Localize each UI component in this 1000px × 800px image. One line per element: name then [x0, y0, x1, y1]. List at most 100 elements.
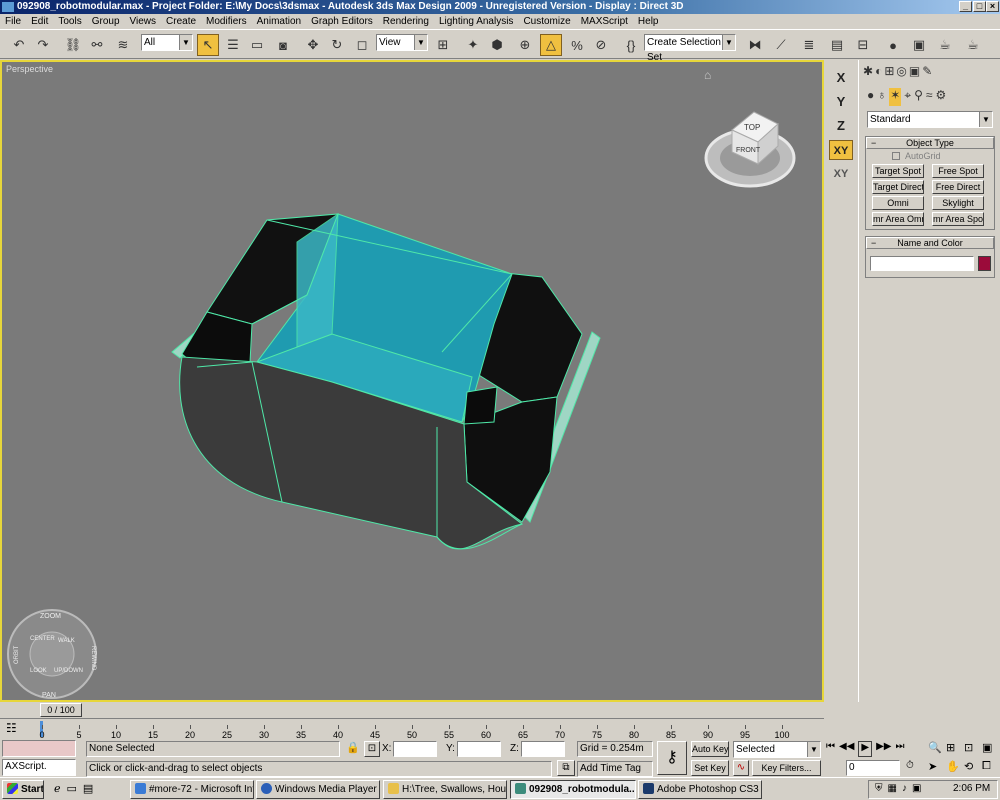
menu-customize[interactable]: Customize	[518, 14, 575, 28]
wheel-walk[interactable]: WALK	[58, 638, 75, 644]
time-slider[interactable]: 0 / 100	[40, 703, 82, 717]
menu-graph-editors[interactable]: Graph Editors	[306, 14, 378, 28]
go-to-start-icon[interactable]: ⏮	[826, 741, 835, 757]
omni-button[interactable]: Omni	[872, 196, 924, 210]
task-media-player[interactable]: Windows Media Player	[256, 780, 380, 799]
motion-tab-icon[interactable]: ◎	[896, 64, 906, 82]
snap-toggle-icon[interactable]: ⊕	[514, 34, 536, 56]
target-spot-button[interactable]: Target Spot	[872, 164, 924, 178]
free-direct-button[interactable]: Free Direct	[932, 180, 984, 194]
selection-filter-dropdown[interactable]: All ▼	[141, 34, 193, 51]
percent-snap-icon[interactable]: %	[566, 34, 588, 56]
object-type-header[interactable]: − Object Type	[866, 137, 994, 149]
move-icon[interactable]: ✥	[302, 34, 324, 56]
edit-named-selection-icon[interactable]: {}	[620, 34, 642, 56]
zoom-all-icon[interactable]: ⊞	[946, 741, 962, 758]
time-tag-icon[interactable]: ⧉	[557, 760, 575, 776]
task-explorer-folder[interactable]: H:\Tree, Swallows, Houses	[383, 780, 507, 799]
name-color-header[interactable]: − Name and Color	[866, 237, 994, 249]
tray-shield-icon[interactable]: ⛨	[875, 783, 883, 794]
close-button[interactable]: ×	[986, 1, 999, 12]
add-time-tag[interactable]: Add Time Tag	[577, 761, 653, 777]
cameras-icon[interactable]: ⌖	[904, 88, 911, 106]
menu-maxscript[interactable]: MAXScript	[576, 14, 633, 28]
select-manipulate-icon[interactable]: ✦	[462, 34, 484, 56]
key-filter-curve-icon[interactable]: ∿	[733, 760, 749, 776]
menu-rendering[interactable]: Rendering	[378, 14, 434, 28]
autogrid-checkbox[interactable]: AutoGrid	[892, 151, 941, 161]
wheel-orbit[interactable]: ORBIT	[14, 645, 20, 664]
unlink-icon[interactable]: ⚯	[86, 34, 108, 56]
prev-frame-icon[interactable]: ◀◀	[839, 741, 854, 757]
redo-icon[interactable]: ↷	[32, 34, 54, 56]
track-bar[interactable]: ☷ 0 5 10 15 20 25 30 35 40 45 50 55 60 65 70 75 80 85 90 95…	[0, 718, 824, 740]
spinner-snap-icon[interactable]: ⊘	[590, 34, 612, 56]
pivot-center-icon[interactable]: ⊞	[432, 34, 454, 56]
menu-edit[interactable]: Edit	[26, 14, 53, 28]
task-internet-explorer[interactable]: #more-72 - Microsoft Int...	[130, 780, 254, 799]
render-setup-icon[interactable]: ▣	[908, 34, 930, 56]
current-frame-input[interactable]: 0	[846, 760, 900, 776]
free-spot-button[interactable]: Free Spot	[932, 164, 984, 178]
helpers-icon[interactable]: ⚲	[914, 88, 923, 106]
display-tab-icon[interactable]: ▣	[909, 64, 920, 82]
menu-create[interactable]: Create	[161, 14, 201, 28]
x-coord-input[interactable]	[393, 741, 437, 757]
schematic-view-icon[interactable]: ⊟	[852, 34, 874, 56]
wheel-look[interactable]: LOOK	[30, 668, 47, 674]
axis-x-button[interactable]: X	[829, 68, 853, 88]
set-key-button[interactable]: Set Key	[691, 760, 729, 776]
keyboard-shortcut-icon[interactable]: ⬢	[486, 34, 508, 56]
perspective-viewport[interactable]: Perspective ⌂ TOP FRONT ZOOM PAN ORBIT R…	[0, 60, 824, 702]
wheel-updown[interactable]: UP/DOWN	[54, 668, 83, 674]
wheel-center[interactable]: CENTER	[30, 636, 55, 642]
mr-area-spot-button[interactable]: mr Area Spot	[932, 212, 984, 226]
next-frame-icon[interactable]: ▶▶	[876, 741, 891, 757]
lights-icon[interactable]: ✶	[889, 88, 902, 106]
desktop-icon[interactable]: ▭	[67, 782, 77, 795]
geometry-icon[interactable]: ●	[867, 88, 874, 106]
wheel-pan[interactable]: PAN	[42, 692, 56, 699]
window-crossing-icon[interactable]: ◙	[272, 34, 294, 56]
space-warps-icon[interactable]: ≈	[926, 88, 933, 106]
target-direct-button[interactable]: Target Direct	[872, 180, 924, 194]
quick-render-icon[interactable]: ☕	[962, 34, 984, 56]
object-color-swatch[interactable]	[978, 256, 991, 271]
object-name-input[interactable]	[870, 256, 974, 271]
scale-icon[interactable]: ◻	[351, 34, 373, 56]
named-selection-dropdown[interactable]: Create Selection Set ▼	[644, 34, 736, 63]
maxscript-mini-listener[interactable]: AXScript.	[2, 759, 76, 776]
minimize-button[interactable]: _	[959, 1, 972, 12]
zoom-extents-icon[interactable]: ⊡	[964, 741, 980, 758]
wheel-zoom[interactable]: ZOOM	[40, 613, 61, 620]
y-coord-input[interactable]	[457, 741, 501, 757]
align-icon[interactable]: ⟋	[770, 34, 792, 56]
mini-curve-editor-icon[interactable]: ☷	[6, 721, 17, 735]
orbit-icon[interactable]: ⟲	[964, 760, 980, 777]
maximize-viewport-icon[interactable]: ⧠	[982, 760, 998, 777]
select-object-icon[interactable]: ↖	[197, 34, 219, 56]
shapes-icon[interactable]: ♁	[877, 88, 886, 106]
mr-area-omni-button[interactable]: mr Area Omni	[872, 212, 924, 226]
tray-network-icon[interactable]: ▦	[888, 783, 897, 794]
wheel-rewind[interactable]: REWIND	[90, 646, 96, 671]
render-frame-icon[interactable]: ☕	[934, 34, 956, 56]
bind-space-warp-icon[interactable]: ≋	[112, 34, 134, 56]
rect-selection-icon[interactable]: ▭	[246, 34, 268, 56]
reference-coord-dropdown[interactable]: View ▼	[376, 34, 428, 51]
hierarchy-tab-icon[interactable]: ⊞	[884, 64, 894, 82]
menu-views[interactable]: Views	[125, 14, 162, 28]
undo-icon[interactable]: ↶	[8, 34, 30, 56]
menu-lighting-analysis[interactable]: Lighting Analysis	[434, 14, 519, 28]
play-icon[interactable]: ▶	[858, 741, 873, 757]
menu-animation[interactable]: Animation	[252, 14, 306, 28]
go-to-end-icon[interactable]: ⏭	[895, 741, 904, 757]
axis-y-button[interactable]: Y	[829, 92, 853, 112]
ie-icon[interactable]: ℯ	[54, 782, 61, 795]
menu-help[interactable]: Help	[633, 14, 664, 28]
viewcube[interactable]: TOP FRONT	[702, 102, 802, 192]
menu-modifiers[interactable]: Modifiers	[201, 14, 252, 28]
axis-xy-cycle-button[interactable]: XY	[829, 164, 853, 184]
maxscript-listener-top[interactable]	[2, 740, 76, 757]
menu-tools[interactable]: Tools	[53, 14, 86, 28]
